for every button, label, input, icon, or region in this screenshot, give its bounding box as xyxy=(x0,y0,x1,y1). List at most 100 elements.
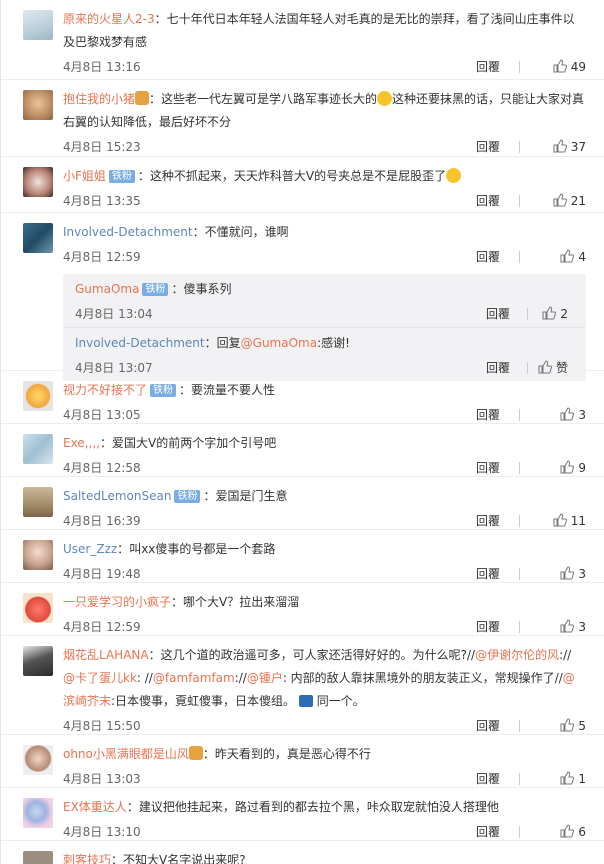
laugh-emoji-icon xyxy=(377,91,393,106)
like-count: 1 xyxy=(578,772,586,786)
like-count: 2 xyxy=(560,307,568,321)
divider xyxy=(519,251,520,263)
comment-text: 这几个道的政治遥可多，可人家还活得好好的。为什么呢?// xyxy=(160,648,476,662)
list-item: 烟花乱LAHANA：这几个道的政治遥可多，可人家还活得好好的。为什么呢?//@伊… xyxy=(1,636,604,735)
comment-user[interactable]: 抱住我的小猪 xyxy=(63,92,135,106)
comment-user[interactable]: 小F姐姐 xyxy=(63,169,106,183)
list-item: ohno小黑满眼都是山风 ：昨天看到的，真是恶心得不行 4月8日 13:03 回覆… xyxy=(1,735,604,788)
list-item: 抱住我的小猪 ：这些老一代左翼可是学八路军事迹长大的 这种还要抹黑的话，只能让大家对… xyxy=(1,80,604,157)
list-item: User_Zzz：叫xx傻事的号都是一个套路 4月8日 19:48 回覆 3 xyxy=(1,530,604,583)
comment-text: 哪个大V？拉出来溜溜 xyxy=(183,595,300,609)
avatar[interactable] xyxy=(23,167,53,197)
mention-link[interactable]: @GumaOma xyxy=(241,336,317,350)
comment-user[interactable]: EX体重达人 xyxy=(63,800,127,814)
like-count: 4 xyxy=(578,250,586,264)
avatar[interactable] xyxy=(23,798,53,828)
reply-text: 回复 xyxy=(216,336,241,350)
comment-time: 4月8日 12:59 xyxy=(63,250,141,264)
avatar[interactable] xyxy=(23,90,53,120)
comment-text: :日本傻事，覔虹傻事，日本傻组。 xyxy=(111,694,296,708)
comment-user[interactable]: Exe,,,, xyxy=(63,436,100,450)
like-count: 3 xyxy=(578,620,586,634)
comment-text: 昨天看到的，真是恶心得不行 xyxy=(214,747,371,761)
like-count: 49 xyxy=(570,60,586,74)
list-item: 一只爱学习的小疯子：哪个大V？拉出来溜溜 4月8日 12:59 回覆 3 xyxy=(1,583,604,636)
like-count: 6 xyxy=(578,825,586,839)
comment-time: 4月8日 13:16 xyxy=(63,60,141,74)
list-item: Exe,,,,：爱国大V的前两个字加个引号吧 4月8日 12:58 回覆 9 xyxy=(1,424,604,477)
avatar[interactable] xyxy=(23,646,53,676)
avatar[interactable] xyxy=(23,434,53,464)
comment-user[interactable]: ohno小黑满眼都是山风 xyxy=(63,747,189,761)
reply-text: :感谢! xyxy=(317,336,350,350)
comment-time: 4月8日 13:10 xyxy=(63,825,141,839)
reply-item: GumaOma 铁粉 ：傻事系列 4月8日 13:04 回覆 2 xyxy=(63,274,586,328)
thumb-up-icon xyxy=(553,139,567,153)
comment-text: 不知大V名字说出来呢? xyxy=(123,853,246,864)
fan-badge: 铁粉 xyxy=(174,490,201,503)
thumb-up-icon xyxy=(560,566,575,580)
avatar[interactable] xyxy=(23,487,53,517)
like-button[interactable]: 21 xyxy=(553,188,586,214)
member-icon xyxy=(188,746,203,760)
comment-text: 爱国是门生意 xyxy=(215,489,288,503)
thumb-up-icon xyxy=(560,407,575,421)
comment-time: 4月8日 15:50 xyxy=(63,719,141,733)
divider xyxy=(519,621,520,633)
comment-text: :// xyxy=(234,671,247,685)
mention-link[interactable]: @伊谢尔伦的风 xyxy=(475,648,559,662)
avatar[interactable] xyxy=(23,851,53,864)
comment-time: 4月8日 13:05 xyxy=(63,408,141,422)
comment-text: 建议把他挂起来，路过看到的都去拉个黑，咔众取宠就怕没人搭理他 xyxy=(138,800,499,814)
comment-user[interactable]: 刺客技巧 xyxy=(63,853,111,864)
comment-text: : // xyxy=(136,671,153,685)
like-button[interactable]: 4 xyxy=(560,244,586,270)
like-count: 3 xyxy=(578,567,586,581)
avatar[interactable] xyxy=(23,593,53,623)
member-icon xyxy=(135,91,150,105)
mention-link[interactable]: @famfamfam xyxy=(153,671,235,685)
comment-time: 4月8日 15:23 xyxy=(63,140,141,154)
avatar[interactable] xyxy=(23,745,53,775)
avatar[interactable] xyxy=(23,10,53,40)
comment-user[interactable]: User_Zzz xyxy=(63,542,117,556)
reply-text: 傻事系列 xyxy=(183,282,232,296)
like-count: 11 xyxy=(570,514,586,528)
comment-user[interactable]: 原来的火星人2-3 xyxy=(63,12,155,26)
divider xyxy=(519,61,520,73)
reply-button[interactable]: 回覆 xyxy=(486,301,510,327)
comment-user[interactable]: SaltedLemonSean xyxy=(63,489,171,503)
like-button[interactable]: 2 xyxy=(542,301,568,327)
thumb-up-icon xyxy=(553,193,567,207)
reply-button[interactable]: 回覆 xyxy=(476,244,500,270)
divider xyxy=(519,462,520,474)
thumb-up-icon xyxy=(560,824,575,838)
avatar[interactable] xyxy=(23,540,53,570)
like-button[interactable]: 49 xyxy=(553,54,586,80)
divider xyxy=(519,141,520,153)
reply-button[interactable]: 回覆 xyxy=(476,54,500,80)
avatar[interactable] xyxy=(23,381,53,411)
comment-text: 这种不抓起来，天天炸科普大V的号夹总是不是屁股歪了 xyxy=(149,169,447,183)
like-count: 3 xyxy=(578,408,586,422)
reply-button[interactable]: 回覆 xyxy=(476,188,500,214)
comment-user[interactable]: 视力不好接不了 xyxy=(63,383,147,397)
smile-emoji-icon xyxy=(446,168,462,183)
thumb-up-icon xyxy=(542,306,557,320)
comment-user[interactable]: 一只爱学习的小疯子 xyxy=(63,595,171,609)
avatar[interactable] xyxy=(23,223,53,253)
thumb-up-icon xyxy=(560,718,575,732)
thumb-up-icon xyxy=(560,249,575,263)
reply-user[interactable]: GumaOma xyxy=(75,282,139,296)
list-item: EX体重达人：建议把他挂起来，路过看到的都去拉个黑，咔众取宠就怕没人搭理他 4月… xyxy=(1,788,604,841)
divider xyxy=(519,195,520,207)
mention-link[interactable]: @锺户 xyxy=(247,671,283,685)
reply-user[interactable]: Involved-Detachment xyxy=(75,336,205,350)
comment-time: 4月8日 12:59 xyxy=(63,620,141,634)
thumb-up-icon xyxy=(553,513,567,527)
comment-list: 原来的火星人2-3：七十年代日本年轻人法国年轻人对毛真的是无比的崇拜，看了浅间山… xyxy=(0,0,604,864)
comment-text: :// xyxy=(559,648,572,662)
comment-user[interactable]: 烟花乱LAHANA xyxy=(63,648,149,662)
comment-user[interactable]: Involved-Detachment xyxy=(63,225,193,239)
mention-link[interactable]: @卡了蛋儿kk xyxy=(63,671,137,685)
